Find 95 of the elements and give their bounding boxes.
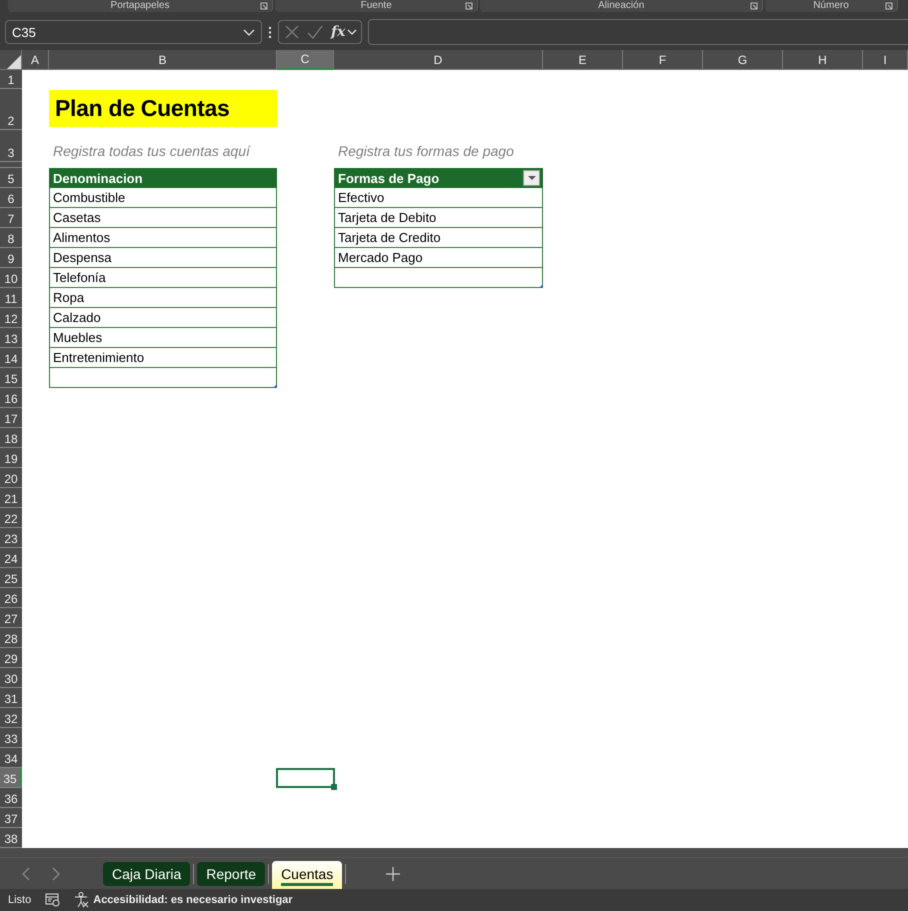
column-header[interactable]: F [623,50,703,70]
table-cell: Combustible [49,188,277,208]
row-header[interactable]: 35 [0,768,22,788]
row-header[interactable]: 31 [0,688,22,708]
chevron-right-icon[interactable] [52,866,60,880]
row-header[interactable]: 2 [0,89,22,130]
row-header[interactable]: 24 [0,548,22,568]
row-header[interactable]: 37 [0,808,22,828]
row-header[interactable]: 12 [0,308,22,328]
row-header[interactable]: 10 [0,268,22,288]
row-header[interactable]: 6 [0,188,22,208]
row-header[interactable]: 8 [0,228,22,248]
dialog-launcher-icon[interactable] [885,2,893,10]
column-header[interactable]: A [22,50,49,70]
column-header[interactable]: D [334,50,543,70]
row-header[interactable]: 7 [0,208,22,228]
ribbon-group-label: Número [813,0,849,12]
row-header[interactable]: 34 [0,748,22,768]
sheet-tab[interactable]: Reporte [197,862,266,886]
add-sheet-icon[interactable] [386,866,400,880]
table-cell: Efectivo [334,188,543,208]
column-header[interactable]: H [783,50,863,70]
row-header[interactable]: 32 [0,708,22,728]
accessibility-status[interactable]: Accesibilidad: es necesario investigar [93,894,293,906]
table-resize-handle-icon[interactable] [539,284,543,288]
table-cell: Alimentos [49,228,277,248]
sheet-title: Plan de Cuentas [49,90,277,127]
more-options-icon[interactable] [268,26,272,38]
row-header[interactable]: 20 [0,468,22,488]
cancel-icon[interactable] [285,25,299,39]
column-header[interactable]: C [277,50,334,70]
filter-dropdown-button[interactable] [523,170,540,186]
table-cell: Tarjeta de Credito [334,228,543,248]
collapsed-row-header[interactable] [0,162,22,168]
column-header[interactable]: E [543,50,623,70]
row-header[interactable]: 11 [0,288,22,308]
caret-icon [347,28,358,36]
instruction-text: Registra todas tus cuentas aquí [52,142,252,161]
row-header[interactable]: 5 [0,168,22,188]
accessibility-icon[interactable] [74,892,90,908]
sheet-tab[interactable]: Cuentas [272,860,342,890]
row-header[interactable]: 14 [0,348,22,368]
row-header[interactable]: 3 [0,130,22,162]
dialog-launcher-icon[interactable] [260,2,268,10]
table-cell: Tarjeta de Debito [334,208,543,228]
row-header[interactable]: 22 [0,508,22,528]
row-header[interactable]: 38 [0,828,22,848]
table-cell: Despensa [49,248,277,268]
row-header[interactable]: 23 [0,528,22,548]
table-cell: Ropa [49,288,277,308]
row-header[interactable]: 19 [0,448,22,468]
status-mode: Listo [8,894,32,906]
row-header[interactable]: 15 [0,368,22,388]
row-header[interactable]: 30 [0,668,22,688]
table-cell: Telefonía [49,268,277,288]
ribbon-group-label: Portapapeles [110,0,170,12]
column-title: Formas de Pago [338,170,440,186]
dialog-launcher-icon[interactable] [465,2,474,10]
row-header[interactable]: 18 [0,428,22,448]
row-header[interactable]: 26 [0,588,22,608]
table-cell: Mercado Pago [334,248,543,268]
table-cell: Muebles [49,328,277,348]
name-box[interactable]: C35 [5,20,262,44]
table-cell: Calzado [49,308,277,328]
dialog-launcher-icon[interactable] [750,2,758,10]
row-header[interactable]: 36 [0,788,22,808]
row-header[interactable]: 17 [0,408,22,428]
row-header[interactable]: 33 [0,728,22,748]
row-header[interactable]: 27 [0,608,22,628]
check-icon[interactable] [307,25,323,39]
table-cell: Casetas [49,208,277,228]
instruction-text: Registra tus formas de pago [337,142,515,161]
formula-input-field[interactable] [368,19,908,45]
sheet-tab[interactable]: Caja Diaria [103,862,190,886]
caret-icon [243,28,255,36]
table-resize-handle-icon[interactable] [273,384,277,388]
row-header[interactable]: 21 [0,488,22,508]
column-header[interactable]: I [863,50,908,70]
ribbon-group-label: Alineación [598,0,644,12]
chevron-left-icon[interactable] [22,866,30,880]
fill-handle-icon[interactable] [331,784,337,790]
row-header[interactable]: 13 [0,328,22,348]
row-header[interactable]: 28 [0,628,22,648]
row-header[interactable]: 16 [0,388,22,408]
row-header[interactable]: 1 [0,70,22,89]
column-title: Denominacion [53,170,143,186]
column-header[interactable]: G [703,50,783,70]
ribbon-group-label: Fuente [360,0,392,12]
row-header[interactable]: 9 [0,248,22,268]
table-cell: Entretenimiento [49,348,277,368]
row-header[interactable]: 25 [0,568,22,588]
caret-icon [528,176,536,180]
row-header[interactable]: 29 [0,648,22,668]
column-header[interactable]: B [49,50,277,70]
sheet-view-icon[interactable] [45,893,60,907]
